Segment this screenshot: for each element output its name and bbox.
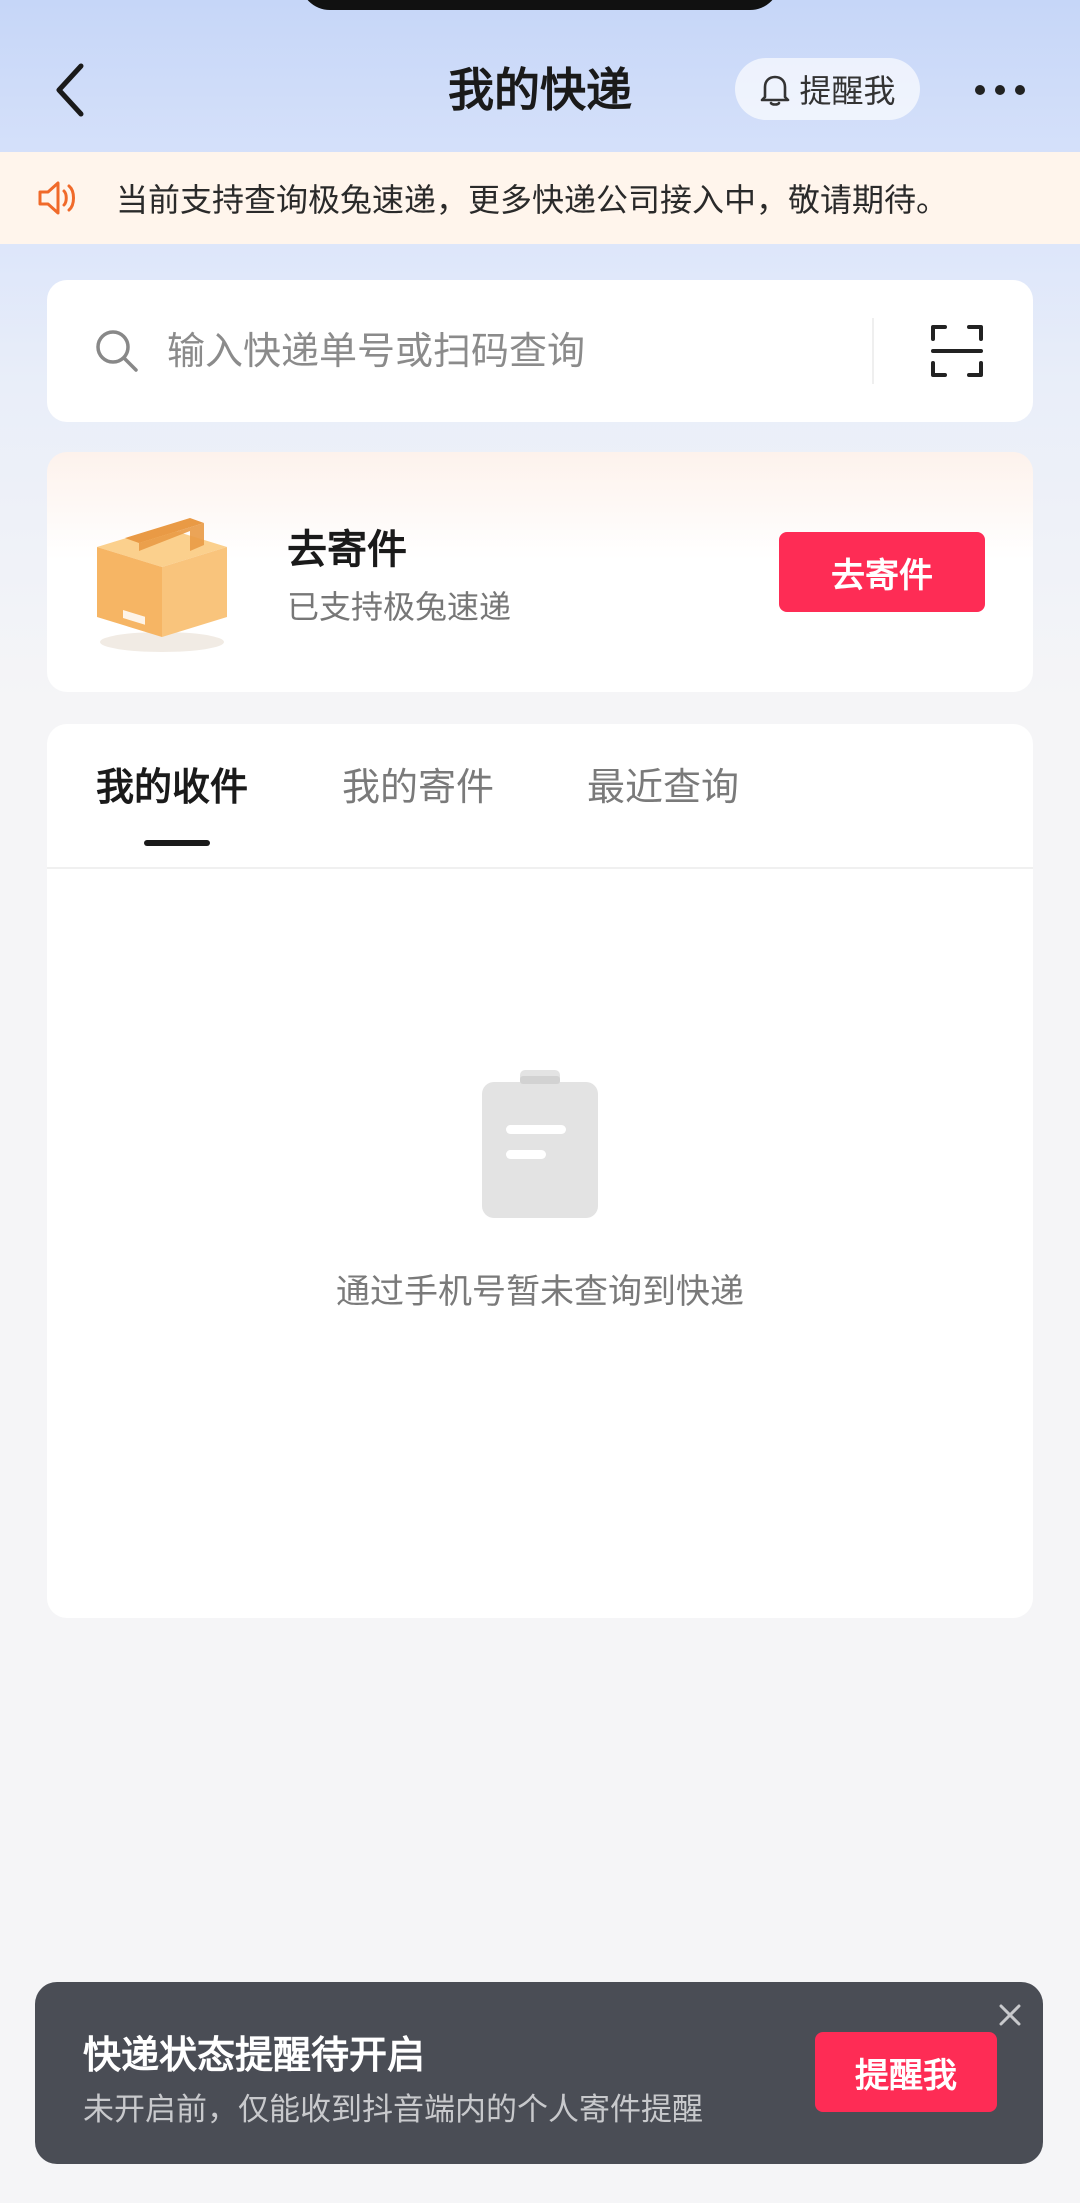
more-dots-icon <box>975 85 985 95</box>
speaker-icon <box>36 178 80 218</box>
banner-subtitle: 未开启前，仅能收到抖音端内的个人寄件提醒 <box>83 2092 703 2128</box>
top-nav-bar: 我的快递 提醒我 <box>0 40 1080 140</box>
remind-me-label: 提醒我 <box>799 72 896 110</box>
send-subtitle: 已支持极兔速递 <box>287 588 512 626</box>
send-package-card: 去寄件 已支持极兔速递 去寄件 <box>47 452 1033 692</box>
tab-recent-queries[interactable]: 最近查询 <box>587 762 739 812</box>
remind-me-button[interactable]: 提醒我 <box>735 58 920 120</box>
send-title: 去寄件 <box>287 527 407 573</box>
back-arrow-icon <box>56 63 84 117</box>
tracking-number-input[interactable] <box>165 320 809 382</box>
more-dots-icon <box>1015 85 1025 95</box>
tab-my-received[interactable]: 我的收件 <box>96 762 248 812</box>
tab-my-sent[interactable]: 我的寄件 <box>342 762 494 812</box>
close-icon[interactable] <box>995 2000 1025 2030</box>
banner-remind-button[interactable]: 提醒我 <box>815 2032 997 2112</box>
empty-state-text: 通过手机号暂未查询到快递 <box>336 1272 744 1312</box>
back-button[interactable] <box>40 60 100 120</box>
go-send-button[interactable]: 去寄件 <box>779 532 985 612</box>
bell-icon <box>761 75 790 106</box>
parcels-panel: 我的收件 我的寄件 最近查询 通过手机号暂未查询到快递 <box>47 724 1033 1618</box>
package-box-icon <box>97 518 227 652</box>
tabs-divider <box>47 867 1033 869</box>
search-bar <box>47 280 1033 422</box>
banner-title: 快递状态提醒待开启 <box>83 2033 426 2077</box>
clipboard-icon <box>482 1070 598 1218</box>
more-options-button[interactable] <box>960 60 1040 120</box>
notice-bar: 当前支持查询极兔速递，更多快递公司接入中，敬请期待。 <box>0 152 1080 244</box>
search-icon <box>96 330 138 372</box>
reminder-banner: 快递状态提醒待开启 未开启前，仅能收到抖音端内的个人寄件提醒 提醒我 <box>35 1982 1043 2164</box>
notice-text: 当前支持查询极兔速递，更多快递公司接入中，敬请期待。 <box>116 181 949 219</box>
scan-icon[interactable] <box>927 321 987 381</box>
device-notch <box>300 0 780 10</box>
more-dots-icon <box>995 85 1005 95</box>
search-divider <box>872 318 874 384</box>
page-title: 我的快递 <box>448 63 632 117</box>
active-tab-indicator <box>144 840 210 846</box>
